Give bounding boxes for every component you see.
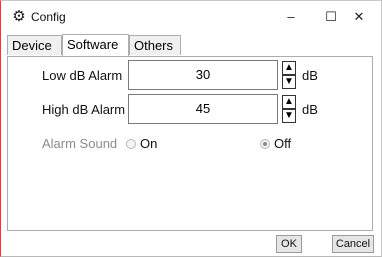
minimize-button[interactable]: – [269,1,313,33]
alarm-sound-off-label: Off [274,136,292,151]
cancel-button[interactable]: Cancel [332,235,374,253]
alarm-sound-label: Alarm Sound [42,136,118,151]
alarm-sound-on-radio[interactable] [126,139,136,149]
tab-software[interactable]: Software [62,34,129,56]
high-db-alarm-label: High dB Alarm [42,102,126,117]
window-title: Config [31,10,66,24]
high-db-unit: dB [302,102,318,117]
software-tab-panel: Low dB Alarm 30 ▲ ▼ dB High dB Alarm 45 … [7,56,373,231]
low-db-alarm-input[interactable]: 30 [128,60,278,90]
high-db-decrement-button[interactable]: ▼ [282,109,296,123]
title-bar[interactable]: ⚙ Config – ☐ ✕ [1,1,381,33]
alarm-sound-on-label: On [140,136,158,151]
low-db-alarm-label: Low dB Alarm [42,68,123,83]
chevron-down-icon: ▼ [284,110,294,121]
tab-device[interactable]: Device [7,35,62,55]
high-db-alarm-input[interactable]: 45 [128,94,278,124]
low-db-increment-button[interactable]: ▲ [282,61,296,75]
close-button[interactable]: ✕ [337,1,381,33]
high-db-increment-button[interactable]: ▲ [282,95,296,109]
low-db-unit: dB [302,68,318,83]
gear-icon: ⚙ [12,8,26,25]
chevron-up-icon: ▲ [284,96,294,107]
config-window: ⚙ Config – ☐ ✕ Device Software Others Lo… [0,0,382,257]
chevron-down-icon: ▼ [284,76,294,87]
chevron-up-icon: ▲ [284,62,294,73]
tab-others[interactable]: Others [129,35,181,55]
low-db-decrement-button[interactable]: ▼ [282,75,296,89]
alarm-sound-off-radio[interactable] [260,139,270,149]
ok-button[interactable]: OK [276,235,302,253]
